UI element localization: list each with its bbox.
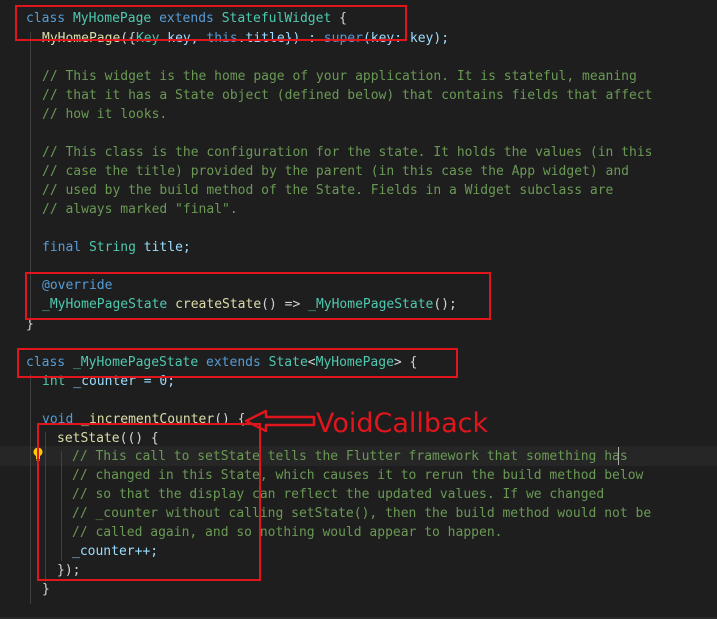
voidcallback-annotation: VoidCallback: [316, 408, 489, 439]
code-line-6: // This class is the configuration for t…: [42, 145, 653, 160]
highlight-box-state-class: [17, 348, 458, 378]
code-line-5: // how it looks.: [42, 107, 168, 122]
code-line-3: // This widget is the home page of your …: [42, 69, 637, 84]
code-line-7: // case the title) provided by the paren…: [42, 164, 629, 179]
code-line-25: }: [42, 582, 50, 597]
indent-guide: [30, 374, 31, 604]
text-cursor: [618, 447, 619, 465]
code-line-9: // always marked "final".: [42, 202, 238, 217]
arrow-left-icon: [244, 409, 316, 433]
code-line-10: final String title;: [42, 240, 191, 255]
highlight-box-create-state: [25, 272, 491, 320]
highlight-box-set-state: [37, 423, 261, 581]
code-line-4: // that it has a State object (defined b…: [42, 88, 653, 103]
highlight-box-stateful-class: [15, 5, 407, 41]
code-line-8: // used by the build method of the State…: [42, 183, 614, 198]
